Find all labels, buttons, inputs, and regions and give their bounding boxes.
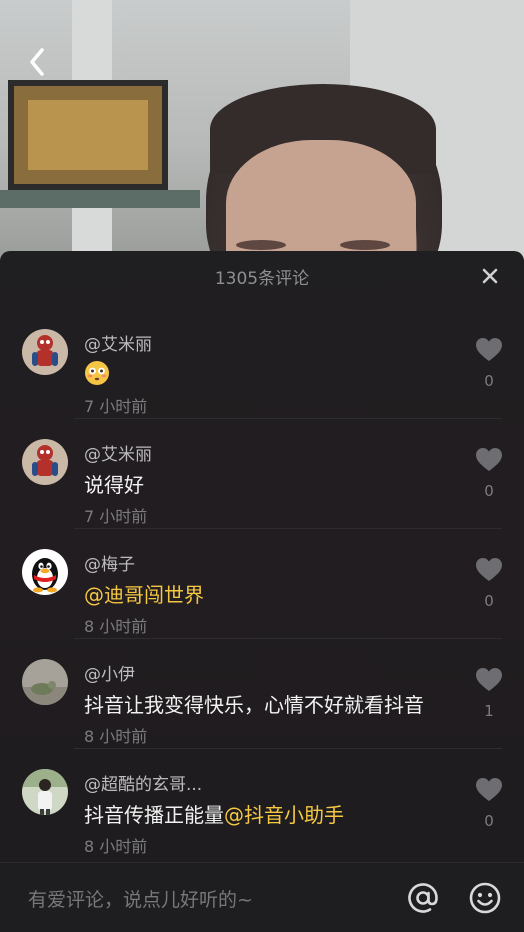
panel-header: 1305条评论 [0, 251, 524, 301]
like-count: 1 [484, 702, 494, 720]
like-button[interactable]: 0 [474, 447, 504, 500]
comment-list: @艾米丽 7 小时前 0 @艾米丽 说得好 7 小时前 0 @梅子 @迪哥闯世界… [0, 309, 524, 859]
comment-text: 说得好 [84, 473, 144, 497]
back-button[interactable] [22, 44, 52, 80]
qq-penguin-avatar-icon[interactable] [22, 549, 68, 595]
comment-username[interactable]: @艾米丽 [84, 330, 152, 355]
mention-link[interactable]: @抖音小助手 [224, 803, 344, 827]
like-button[interactable]: 0 [474, 337, 504, 390]
comment-input[interactable] [26, 885, 370, 915]
spiderman-avatar-icon[interactable] [22, 439, 68, 485]
smiley-face-icon [469, 882, 501, 914]
like-button[interactable]: 0 [474, 557, 504, 610]
like-count: 0 [484, 592, 494, 610]
like-button[interactable]: 0 [474, 777, 504, 830]
comment-item: @超酷的玄哥... 抖音传播正能量@抖音小助手 8 小时前 0 [0, 749, 524, 859]
comment-username[interactable]: @超酷的玄哥... [84, 770, 202, 795]
emoji-button[interactable] [466, 879, 504, 917]
comment-text: 抖音让我变得快乐，心情不好就看抖音 [84, 693, 424, 717]
chevron-left-icon [30, 48, 44, 76]
mention-link[interactable]: @迪哥闯世界 [84, 583, 204, 607]
heart-icon [476, 448, 502, 471]
comment-timestamp: 8 小时前 [84, 837, 148, 856]
video-background [0, 0, 524, 260]
like-count: 0 [484, 372, 494, 390]
comment-text: 抖音传播正能量@抖音小助手 [84, 799, 344, 828]
comment-panel: 1305条评论 @艾米丽 7 小时前 0 @艾米丽 说得好 7 小时前 0 @梅… [0, 251, 524, 931]
heart-icon [476, 338, 502, 361]
comment-text: @迪哥闯世界 [84, 579, 204, 608]
comment-count: 1305条评论 [214, 268, 310, 289]
like-button[interactable]: 1 [474, 667, 504, 720]
comment-text-body: 抖音传播正能量 [84, 803, 224, 827]
photo-avatar[interactable] [22, 769, 68, 815]
comment-username[interactable]: @小伊 [84, 660, 135, 685]
comment-username[interactable]: @艾米丽 [84, 440, 152, 465]
comment-item: @艾米丽 说得好 7 小时前 0 [0, 419, 524, 529]
comment-timestamp: 7 小时前 [84, 507, 148, 526]
close-button[interactable] [480, 266, 500, 286]
flushed-face-emoji-icon [85, 360, 109, 385]
comment-timestamp: 8 小时前 [84, 727, 148, 746]
heart-icon [476, 778, 502, 801]
heart-icon [476, 558, 502, 581]
comment-username[interactable]: @梅子 [84, 550, 135, 575]
comment-timestamp: 8 小时前 [84, 617, 148, 636]
photo-avatar[interactable] [22, 659, 68, 705]
comment-item: @小伊 抖音让我变得快乐，心情不好就看抖音 8 小时前 1 [0, 639, 524, 749]
mention-button[interactable] [404, 879, 442, 917]
comment-input-bar [0, 862, 524, 932]
at-sign-icon [408, 883, 438, 913]
comment-item: @梅子 @迪哥闯世界 8 小时前 0 [0, 529, 524, 639]
heart-icon [476, 668, 502, 691]
like-count: 0 [484, 482, 494, 500]
close-icon [482, 268, 498, 284]
comment-emoji [84, 359, 110, 386]
comment-item: @艾米丽 7 小时前 0 [0, 309, 524, 419]
like-count: 0 [484, 812, 494, 830]
spiderman-avatar-icon[interactable] [22, 329, 68, 375]
comment-timestamp: 7 小时前 [84, 397, 148, 416]
